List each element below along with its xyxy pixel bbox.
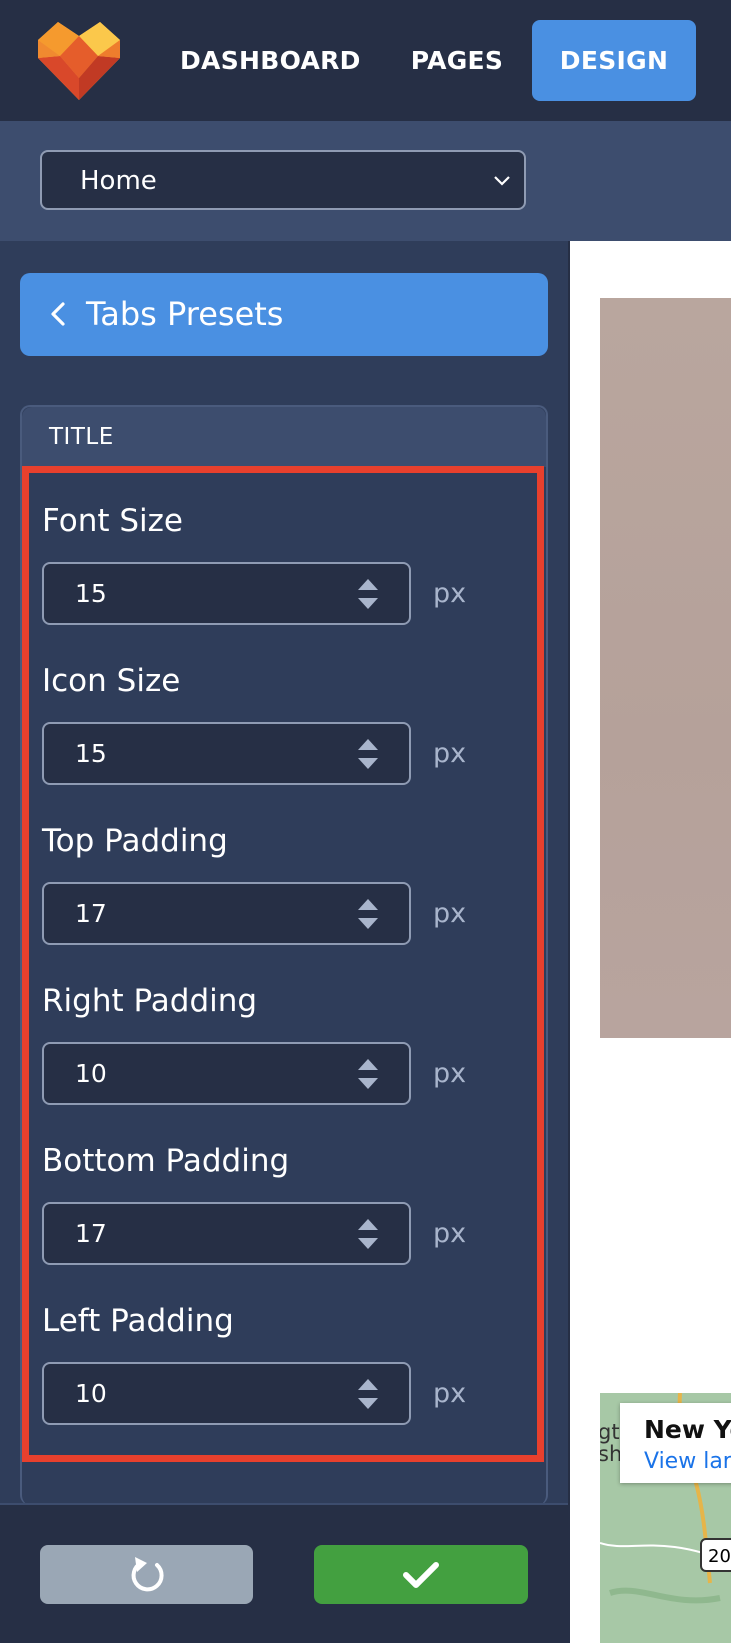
- bottom-padding-input[interactable]: 17: [42, 1202, 411, 1265]
- page-select-value: Home: [80, 166, 157, 196]
- page-selector-bar: Home: [0, 121, 731, 241]
- reset-icon: [131, 1556, 164, 1591]
- left-padding-value: 10: [75, 1379, 107, 1408]
- right-padding-value: 10: [75, 1059, 107, 1088]
- right-padding-label: Right Padding: [42, 983, 258, 1019]
- icon-size-unit: px: [433, 738, 467, 769]
- tabs-presets-label: Tabs Presets: [86, 295, 284, 333]
- chevron-down-icon: [494, 176, 510, 186]
- font-size-unit: px: [433, 578, 467, 609]
- nav-design[interactable]: DESIGN: [532, 20, 696, 101]
- icon-size-label: Icon Size: [42, 663, 181, 699]
- stepper-arrows-icon[interactable]: [357, 1057, 379, 1091]
- section-header[interactable]: TITLE: [22, 407, 546, 467]
- top-padding-input[interactable]: 17: [42, 882, 411, 945]
- icon-size-input[interactable]: 15: [42, 722, 411, 785]
- right-padding-unit: px: [433, 1058, 467, 1089]
- left-padding-unit: px: [433, 1378, 467, 1409]
- stepper-arrows-icon[interactable]: [357, 897, 379, 931]
- bottom-padding-label: Bottom Padding: [42, 1143, 290, 1179]
- map-place-name: New Yo: [644, 1415, 731, 1444]
- icon-size-value: 15: [75, 739, 107, 768]
- stepper-arrows-icon[interactable]: [357, 1377, 379, 1411]
- top-padding-value: 17: [75, 899, 107, 928]
- heart-logo-icon[interactable]: [38, 22, 120, 100]
- reset-button[interactable]: [40, 1545, 253, 1604]
- top-padding-unit: px: [433, 898, 467, 929]
- map-info-card: New Yo View larg: [620, 1403, 731, 1483]
- map-view-larger-link[interactable]: View larg: [644, 1449, 731, 1474]
- map-route-shield: 206: [700, 1538, 731, 1572]
- left-padding-input[interactable]: 10: [42, 1362, 411, 1425]
- nav-pages[interactable]: PAGES: [402, 20, 512, 101]
- top-navigation-bar: DASHBOARD PAGES DESIGN: [0, 0, 731, 121]
- tabs-presets-back-button[interactable]: Tabs Presets: [20, 273, 548, 356]
- stepper-arrows-icon[interactable]: [357, 577, 379, 611]
- font-size-label: Font Size: [42, 503, 183, 539]
- preview-map[interactable]: gtshi New Yo View larg 206: [600, 1393, 731, 1643]
- apply-button[interactable]: [314, 1545, 528, 1604]
- bottom-padding-value: 17: [75, 1219, 107, 1248]
- preview-pane: gtshi New Yo View larg 206: [570, 241, 731, 1643]
- bottom-padding-unit: px: [433, 1218, 467, 1249]
- right-padding-input[interactable]: 10: [42, 1042, 411, 1105]
- checkmark-icon: [403, 1561, 439, 1588]
- stepper-arrows-icon[interactable]: [357, 737, 379, 771]
- preview-image: [600, 298, 731, 1038]
- page-select[interactable]: Home: [40, 150, 526, 210]
- top-padding-label: Top Padding: [42, 823, 228, 859]
- nav-dashboard[interactable]: DASHBOARD: [180, 20, 360, 101]
- font-size-input[interactable]: 15: [42, 562, 411, 625]
- section-title: TITLE: [49, 424, 114, 450]
- left-padding-label: Left Padding: [42, 1303, 234, 1339]
- font-size-value: 15: [75, 579, 107, 608]
- chevron-left-icon: [51, 302, 65, 326]
- stepper-arrows-icon[interactable]: [357, 1217, 379, 1251]
- action-bar: [0, 1503, 568, 1643]
